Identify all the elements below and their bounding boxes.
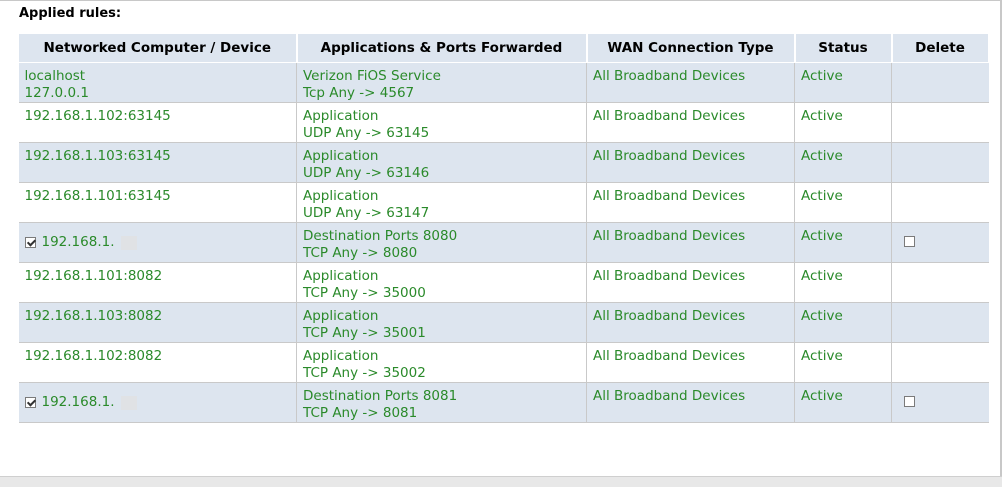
- status-text: Active: [794, 342, 892, 383]
- port-rule: UDP Any -> 63146: [303, 165, 430, 181]
- column-header-device: Networked Computer / Device: [18, 33, 298, 63]
- delete-cell: [891, 382, 989, 423]
- application-cell: Destination Ports 8080 TCP Any -> 8080: [296, 222, 587, 263]
- application-name: Application: [303, 268, 379, 284]
- table-header-row: Networked Computer / Device Applications…: [18, 33, 990, 63]
- application-cell: Application UDP Any -> 63147: [296, 182, 587, 223]
- delete-cell: [891, 262, 989, 303]
- application-cell: Destination Ports 8081 TCP Any -> 8081: [296, 382, 587, 423]
- application-cell: Application UDP Any -> 63145: [296, 102, 587, 143]
- device-cell: 192.168.1.101:63145: [18, 182, 297, 223]
- device-name: 192.168.1.103:8082: [24, 308, 163, 324]
- delete-checkbox[interactable]: [904, 396, 915, 407]
- application-name: Application: [303, 108, 379, 124]
- status-text: Active: [794, 382, 892, 423]
- applied-rules-table: Networked Computer / Device Applications…: [18, 33, 990, 423]
- table-row: 192.168.1. Destination Ports 8080 TCP Any …: [18, 222, 989, 263]
- column-header-delete: Delete: [891, 33, 990, 63]
- wan-connection-type: All Broadband Devices: [586, 62, 795, 103]
- device-checkbox[interactable]: [24, 397, 36, 408]
- application-name: Application: [303, 188, 379, 204]
- rules-table-body: localhost 127.0.0.1 Verizon FiOS Service Tc…: [18, 62, 989, 423]
- wan-connection-type: All Broadband Devices: [586, 142, 795, 183]
- delete-cell: [891, 342, 989, 383]
- section-title: Applied rules:: [19, 6, 122, 21]
- redacted-octet: [120, 235, 137, 250]
- device-checkbox[interactable]: [24, 237, 36, 248]
- port-rule: UDP Any -> 63145: [303, 125, 430, 141]
- device-cell: 192.168.1.101:8082: [18, 262, 297, 303]
- application-cell: Application TCP Any -> 35000: [296, 262, 587, 303]
- port-rule: TCP Any -> 8080: [303, 245, 418, 261]
- application-name: Verizon FiOS Service: [303, 68, 441, 84]
- port-rule: UDP Any -> 63147: [303, 205, 430, 221]
- redacted-octet: [120, 395, 137, 410]
- device-ip: 127.0.0.1: [24, 85, 89, 101]
- application-cell: Application TCP Any -> 35001: [296, 302, 587, 343]
- device-cell: 192.168.1.103:8082: [18, 302, 297, 343]
- wan-connection-type: All Broadband Devices: [586, 382, 795, 423]
- application-name: Application: [303, 348, 379, 364]
- device-name: 192.168.1.103:63145: [24, 148, 171, 164]
- wan-connection-type: All Broadband Devices: [586, 342, 795, 383]
- wan-connection-type: All Broadband Devices: [586, 262, 795, 303]
- application-name: Destination Ports 8080: [303, 228, 458, 244]
- application-name: Destination Ports 8081: [303, 388, 458, 404]
- device-name: localhost: [24, 68, 86, 84]
- status-text: Active: [794, 222, 892, 263]
- table-row: 192.168.1.103:63145 Application UDP Any ->…: [18, 142, 989, 183]
- table-row: 192.168.1.101:8082 Application TCP Any -> …: [18, 262, 989, 303]
- device-address: 192.168.1.: [41, 234, 115, 250]
- status-text: Active: [794, 302, 892, 343]
- delete-cell: [891, 62, 989, 103]
- table-row: 192.168.1.102:8082 Application TCP Any -> …: [18, 342, 989, 383]
- delete-checkbox[interactable]: [904, 236, 915, 247]
- device-cell: 192.168.1.: [18, 382, 297, 423]
- table-row: 192.168.1.102:63145 Application UDP Any ->…: [18, 102, 989, 143]
- column-header-status: Status: [794, 33, 893, 63]
- application-name: Application: [303, 308, 379, 324]
- wan-connection-type: All Broadband Devices: [586, 182, 795, 223]
- device-cell: 192.168.1.: [18, 222, 297, 263]
- application-cell: Application TCP Any -> 35002: [296, 342, 587, 383]
- device-cell: localhost 127.0.0.1: [18, 62, 297, 103]
- table-row: 192.168.1.103:8082 Application TCP Any -> …: [18, 302, 989, 343]
- port-rule: Tcp Any -> 4567: [303, 85, 415, 101]
- table-row: 192.168.1. Destination Ports 8081 TCP Any …: [18, 382, 989, 423]
- device-cell: 192.168.1.103:63145: [18, 142, 297, 183]
- port-rule: TCP Any -> 8081: [303, 405, 418, 421]
- delete-cell: [891, 102, 989, 143]
- delete-cell: [891, 142, 989, 183]
- application-cell: Verizon FiOS Service Tcp Any -> 4567: [296, 62, 587, 103]
- status-text: Active: [794, 142, 892, 183]
- wan-connection-type: All Broadband Devices: [586, 302, 795, 343]
- device-name: 192.168.1.101:63145: [24, 188, 171, 204]
- device-address: 192.168.1.: [41, 394, 115, 410]
- delete-cell: [891, 182, 989, 223]
- wan-connection-type: All Broadband Devices: [586, 222, 795, 263]
- application-cell: Application UDP Any -> 63146: [296, 142, 587, 183]
- port-rule: TCP Any -> 35002: [303, 365, 426, 381]
- device-name: 192.168.1.102:8082: [24, 348, 163, 364]
- application-name: Application: [303, 148, 379, 164]
- delete-cell: [891, 222, 989, 263]
- device-name: 192.168.1.101:8082: [24, 268, 163, 284]
- wan-connection-type: All Broadband Devices: [586, 102, 795, 143]
- device-cell: 192.168.1.102:8082: [18, 342, 297, 383]
- port-rule: TCP Any -> 35001: [303, 325, 426, 341]
- delete-cell: [891, 302, 989, 343]
- status-text: Active: [794, 102, 892, 143]
- status-text: Active: [794, 182, 892, 223]
- status-text: Active: [794, 262, 892, 303]
- column-header-wan-type: WAN Connection Type: [586, 33, 796, 63]
- column-header-applications: Applications & Ports Forwarded: [296, 33, 588, 63]
- table-row: localhost 127.0.0.1 Verizon FiOS Service Tc…: [18, 62, 989, 103]
- frame-bottom-border: [0, 476, 1002, 487]
- frame-top-border: [0, 0, 1002, 1]
- device-name: 192.168.1.102:63145: [24, 108, 171, 124]
- device-cell: 192.168.1.102:63145: [18, 102, 297, 143]
- table-row: 192.168.1.101:63145 Application UDP Any ->…: [18, 182, 989, 223]
- status-text: Active: [794, 62, 892, 103]
- port-rule: TCP Any -> 35000: [303, 285, 426, 301]
